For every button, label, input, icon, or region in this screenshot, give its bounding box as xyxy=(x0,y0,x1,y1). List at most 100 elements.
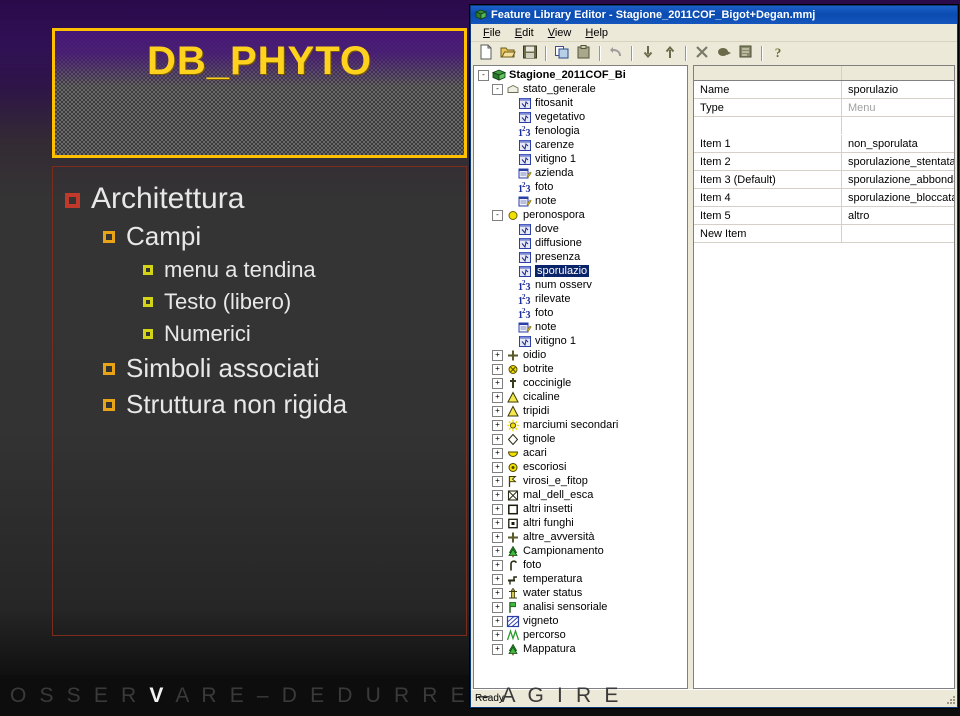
tree-node[interactable]: dove xyxy=(476,222,687,236)
tree-node[interactable]: + botrite xyxy=(476,362,687,376)
tree-node[interactable]: - Stagione_2011COF_Bi xyxy=(476,68,687,82)
tree-node[interactable]: diffusione xyxy=(476,236,687,250)
property-grid-pane[interactable]: Name sporulazio Type Menu Item 1 non_sporulat… xyxy=(693,65,955,689)
feature-tree-pane[interactable]: - Stagione_2011COF_Bi - stato_generale fitos… xyxy=(473,65,688,689)
toolbar-button-properties[interactable] xyxy=(735,43,756,63)
tree-node[interactable]: + tripidi xyxy=(476,404,687,418)
toolbar-button-new[interactable] xyxy=(475,43,496,63)
tree-node[interactable]: 1 2 3 num osserv xyxy=(476,278,687,293)
tree-node[interactable]: + foto xyxy=(476,558,687,572)
property-row[interactable]: Item 2 sporulazione_stentata xyxy=(694,153,954,171)
toolbar-button-delete[interactable] xyxy=(691,43,712,63)
tree-node[interactable]: 1 2 3 fenologia xyxy=(476,124,687,139)
tree-node[interactable]: + virosi_e_fitop xyxy=(476,474,687,488)
collapse-icon[interactable]: - xyxy=(478,69,489,81)
expand-icon[interactable]: + xyxy=(492,377,503,389)
tree-node[interactable]: 1 2 3 foto xyxy=(476,306,687,321)
property-row[interactable]: Type Menu xyxy=(694,99,954,117)
expand-icon[interactable]: + xyxy=(492,587,503,599)
toolbar-button-paste[interactable] xyxy=(573,43,594,63)
property-row[interactable]: Item 3 (Default)sporulazione_abbondante xyxy=(694,171,954,189)
toolbar-button-lock[interactable] xyxy=(713,43,734,63)
feature-tree[interactable]: - Stagione_2011COF_Bi - stato_generale fitos… xyxy=(476,68,687,656)
expand-icon[interactable]: + xyxy=(492,475,503,487)
property-row[interactable]: Item 1 non_sporulata xyxy=(694,135,954,153)
tree-node[interactable]: azienda xyxy=(476,166,687,180)
property-row[interactable]: New Item xyxy=(694,225,954,243)
property-value[interactable]: sporulazione_stentata xyxy=(842,153,954,170)
tree-node[interactable]: + altre_avversità xyxy=(476,530,687,544)
tree-node[interactable]: note xyxy=(476,194,687,208)
tree-node[interactable]: + altri funghi xyxy=(476,516,687,530)
expand-icon[interactable]: + xyxy=(492,433,503,445)
collapse-icon[interactable]: - xyxy=(492,83,503,95)
toolbar-button-move-down[interactable] xyxy=(637,43,658,63)
tree-node[interactable]: vegetativo xyxy=(476,110,687,124)
expand-icon[interactable]: + xyxy=(492,545,503,557)
property-value[interactable]: altro xyxy=(842,207,954,224)
expand-icon[interactable]: + xyxy=(492,643,503,655)
expand-icon[interactable]: + xyxy=(492,405,503,417)
tree-node[interactable]: note xyxy=(476,320,687,334)
tree-node[interactable]: + marciumi secondari xyxy=(476,418,687,432)
toolbar-button-undo[interactable] xyxy=(605,43,626,63)
tree-node[interactable]: + tignole xyxy=(476,432,687,446)
property-value[interactable] xyxy=(842,225,954,242)
tree-node[interactable]: 1 2 3 foto xyxy=(476,180,687,195)
property-value[interactable]: sporulazio xyxy=(842,81,954,98)
property-value[interactable]: Menu xyxy=(842,99,954,116)
expand-icon[interactable]: + xyxy=(492,461,503,473)
tree-node[interactable]: vitigno 1 xyxy=(476,334,687,348)
property-row[interactable]: Name sporulazio xyxy=(694,81,954,99)
property-row[interactable]: Item 5 altro xyxy=(694,207,954,225)
tree-node[interactable]: + water status xyxy=(476,586,687,600)
tree-node[interactable]: sporulazio xyxy=(476,264,687,278)
menu-item-edit[interactable]: Edit xyxy=(508,26,541,40)
tree-node[interactable]: + vigneto xyxy=(476,614,687,628)
expand-icon[interactable]: + xyxy=(492,615,503,627)
tree-node[interactable]: + acari xyxy=(476,446,687,460)
toolbar-button-help[interactable]: ? xyxy=(767,43,788,63)
tree-node[interactable]: + coccinigle xyxy=(476,376,687,390)
tree-node[interactable]: + altri insetti xyxy=(476,502,687,516)
tree-node[interactable]: presenza xyxy=(476,250,687,264)
expand-icon[interactable]: + xyxy=(492,447,503,459)
expand-icon[interactable]: + xyxy=(492,391,503,403)
property-row[interactable]: Item 4 sporulazione_bloccata xyxy=(694,189,954,207)
toolbar-button-save[interactable] xyxy=(519,43,540,63)
property-value[interactable]: non_sporulata xyxy=(842,135,954,152)
toolbar-button-move-up[interactable] xyxy=(659,43,680,63)
expand-icon[interactable]: + xyxy=(492,363,503,375)
toolbar-button-copy[interactable] xyxy=(551,43,572,63)
expand-icon[interactable]: + xyxy=(492,419,503,431)
menu-item-view[interactable]: View xyxy=(541,26,579,40)
expand-icon[interactable]: + xyxy=(492,489,503,501)
expand-icon[interactable]: + xyxy=(492,573,503,585)
tree-node[interactable]: + Campionamento xyxy=(476,544,687,558)
tree-node[interactable]: vitigno 1 xyxy=(476,152,687,166)
property-value[interactable] xyxy=(842,117,954,134)
tree-node[interactable]: + oidio xyxy=(476,348,687,362)
expand-icon[interactable]: + xyxy=(492,531,503,543)
menu-item-help[interactable]: Help xyxy=(578,26,615,40)
expand-icon[interactable]: + xyxy=(492,629,503,641)
expand-icon[interactable]: + xyxy=(492,559,503,571)
tree-node[interactable]: - stato_generale xyxy=(476,82,687,96)
tree-node[interactable]: + mal_dell_esca xyxy=(476,488,687,502)
tree-node[interactable]: - peronospora xyxy=(476,208,687,222)
tree-node[interactable]: + escoriosi xyxy=(476,460,687,474)
toolbar[interactable]: ? xyxy=(471,42,957,65)
expand-icon[interactable]: + xyxy=(492,349,503,361)
expand-icon[interactable]: + xyxy=(492,517,503,529)
tree-node[interactable]: + temperatura xyxy=(476,572,687,586)
menu-item-file[interactable]: File xyxy=(476,26,508,40)
window-titlebar[interactable]: Feature Library Editor - Stagione_2011CO… xyxy=(471,6,957,24)
tree-node[interactable]: fitosanit xyxy=(476,96,687,110)
toolbar-button-open[interactable] xyxy=(497,43,518,63)
collapse-icon[interactable]: - xyxy=(492,209,503,221)
property-value[interactable]: sporulazione_abbondante xyxy=(842,171,954,188)
property-value[interactable]: sporulazione_bloccata xyxy=(842,189,954,206)
expand-icon[interactable]: + xyxy=(492,601,503,613)
tree-node[interactable]: carenze xyxy=(476,138,687,152)
tree-node[interactable]: + cicaline xyxy=(476,390,687,404)
